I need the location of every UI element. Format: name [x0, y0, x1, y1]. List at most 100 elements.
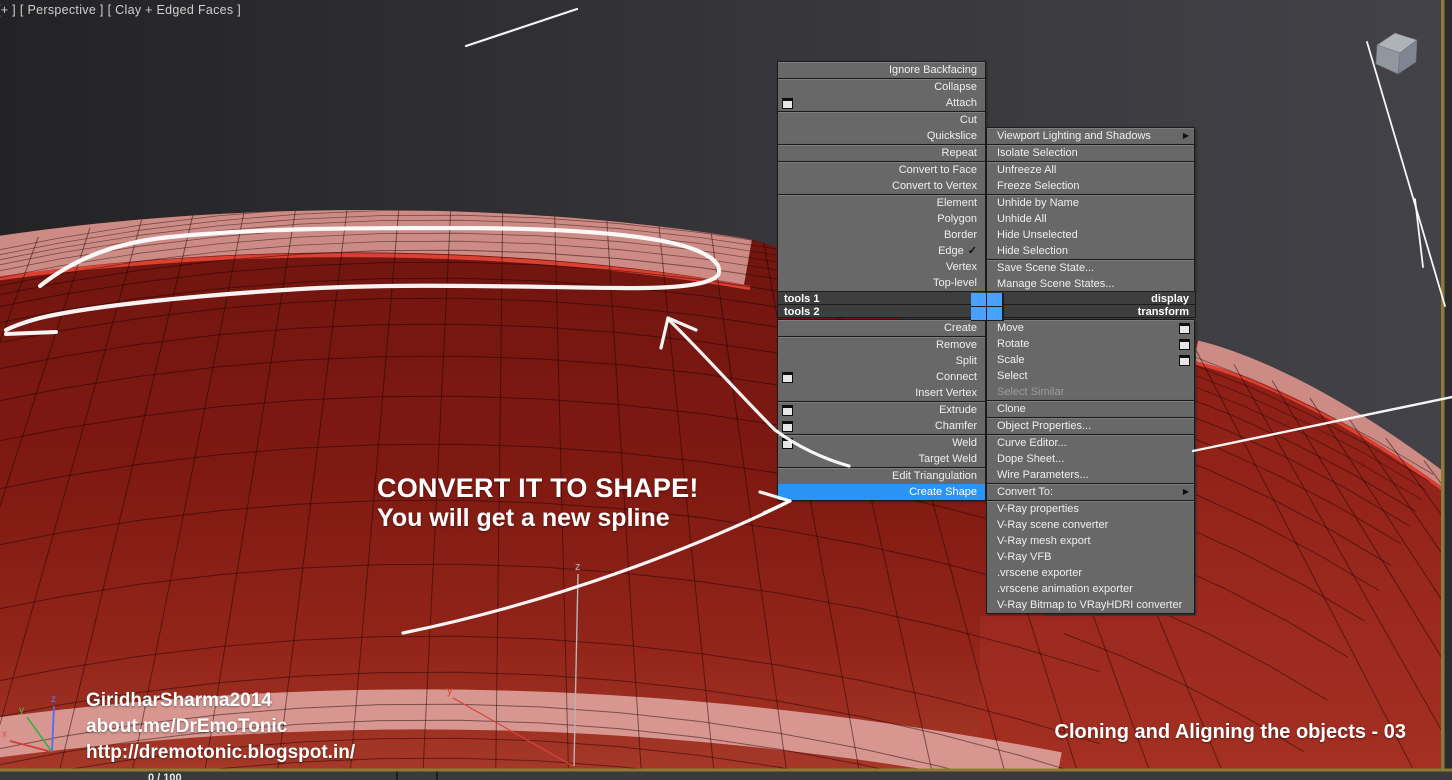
viewport-menu-general[interactable]: [+ ] [0, 3, 16, 17]
menu-item-select[interactable]: Select [987, 368, 1194, 384]
settings-box-icon[interactable] [782, 372, 793, 383]
menu-item-split[interactable]: Split [778, 353, 985, 369]
menu-item-rotate[interactable]: Rotate [987, 336, 1194, 352]
menu-item-clone[interactable]: Clone [987, 401, 1194, 417]
quad-square[interactable] [987, 293, 1002, 306]
menu-item-unhide-all[interactable]: Unhide All [987, 211, 1194, 227]
menu-item-remove[interactable]: Remove [778, 337, 985, 353]
menu-item-move[interactable]: Move [987, 320, 1194, 336]
menu-item-attach[interactable]: Attach [778, 95, 985, 111]
menu-group: Unhide by Name Unhide All Hide Unselected H… [986, 194, 1195, 260]
menu-item-save-scene-state[interactable]: Save Scene State... [987, 260, 1194, 276]
menu-item-v-ray-vfb[interactable]: V-Ray VFB [987, 549, 1194, 565]
menu-item-extrude[interactable]: Extrude [778, 402, 985, 418]
menu-item-curve-editor[interactable]: Curve Editor... [987, 435, 1194, 451]
menu-item-label: Convert to Face [898, 164, 977, 176]
menu-item-label: V-Ray Bitmap to VRayHDRI converter [997, 599, 1183, 611]
quad-header-display[interactable]: display [986, 291, 1196, 305]
quad-square[interactable] [987, 307, 1002, 320]
settings-box-icon[interactable] [1179, 355, 1190, 366]
menu-item-label: Remove [936, 339, 977, 351]
menu-item-label: Move [997, 322, 1024, 334]
menu-item-v-ray-bitmap-to-vrayhdri-converter[interactable]: V-Ray Bitmap to VRayHDRI converter [987, 597, 1194, 613]
credit-blog-url: http://dremotonic.blogspot.in/ [86, 742, 356, 763]
viewport-menu-shading[interactable]: [ Clay + Edged Faces ] [108, 3, 241, 17]
menu-group: Convert To: ▶ [986, 483, 1195, 501]
settings-box-icon[interactable] [1179, 339, 1190, 350]
menu-item-vrscene-exporter[interactable]: .vrscene exporter [987, 565, 1194, 581]
menu-item-isolate-selection[interactable]: Isolate Selection [987, 145, 1194, 161]
viewport: z y z y x 0 / 100 +] [Perspective] [… [0, 0, 1452, 780]
menu-item-label: V-Ray scene converter [997, 519, 1109, 531]
menu-item-dope-sheet[interactable]: Dope Sheet... [987, 451, 1194, 467]
menu-item-label: Attach [945, 97, 977, 109]
menu-item-chamfer[interactable]: Chamfer [778, 418, 985, 434]
settings-box-icon[interactable] [782, 98, 793, 109]
quad-square[interactable] [971, 307, 986, 320]
settings-box-icon[interactable] [782, 421, 793, 432]
settings-box-icon[interactable] [782, 405, 793, 416]
menu-item-cut[interactable]: Cut [778, 112, 985, 128]
menu-item-freeze-selection[interactable]: Freeze Selection [987, 178, 1194, 194]
menu-item-ignore-backfacing[interactable]: Ignore Backfacing [778, 62, 985, 78]
menu-item-create[interactable]: Create [778, 320, 985, 336]
menu-item-label: Connect [936, 371, 977, 383]
menu-item-viewport-lighting-and-shadows[interactable]: Viewport Lighting and Shadows ▶ [987, 128, 1194, 144]
menu-item-label: Isolate Selection [997, 147, 1078, 159]
menu-item-label: Rotate [997, 338, 1030, 350]
axis-label-y: y [447, 685, 453, 697]
submenu-arrow-icon: ▶ [1182, 131, 1189, 140]
menu-item-scale[interactable]: Scale [987, 352, 1194, 368]
menu-item-top-level[interactable]: Top-level [778, 275, 985, 291]
quad-header-tools2[interactable]: tools 2 [777, 304, 986, 318]
menu-item-vrscene-animation-exporter[interactable]: .vrscene animation exporter [987, 581, 1194, 597]
menu-item-repeat[interactable]: Repeat [778, 145, 985, 161]
menu-item-convert-to[interactable]: Convert To: ▶ [987, 484, 1194, 500]
menu-item-label: V-Ray VFB [997, 551, 1052, 563]
menu-item-edge[interactable]: Edge ✓ [778, 243, 985, 259]
menu-item-label: Polygon [937, 213, 977, 225]
timeline-bar[interactable]: 0 / 100 [0, 771, 1452, 780]
quad-square[interactable] [971, 293, 986, 306]
menu-item-label: Unhide All [997, 213, 1047, 225]
menu-item-v-ray-mesh-export[interactable]: V-Ray mesh export [987, 533, 1194, 549]
viewport-menu-pov[interactable]: [ Perspective ] [20, 3, 104, 17]
menu-item-collapse[interactable]: Collapse [778, 79, 985, 95]
menu-item-hide-unselected[interactable]: Hide Unselected [987, 227, 1194, 243]
menu-group: Isolate Selection [986, 144, 1195, 162]
time-slider-label[interactable]: 0 / 100 [148, 772, 182, 780]
menu-item-convert-to-vertex[interactable]: Convert to Vertex [778, 178, 985, 194]
menu-item-object-properties[interactable]: Object Properties... [987, 418, 1194, 434]
settings-box-icon[interactable] [782, 438, 793, 449]
menu-item-v-ray-scene-converter[interactable]: V-Ray scene converter [987, 517, 1194, 533]
menu-item-polygon[interactable]: Polygon [778, 211, 985, 227]
menu-item-unfreeze-all[interactable]: Unfreeze All [987, 162, 1194, 178]
menu-item-vertex[interactable]: Vertex [778, 259, 985, 275]
menu-item-label: Convert To: [997, 486, 1054, 498]
menu-item-weld[interactable]: Weld [778, 435, 985, 451]
menu-item-insert-vertex[interactable]: Insert Vertex [778, 385, 985, 401]
menu-item-v-ray-properties[interactable]: V-Ray properties [987, 501, 1194, 517]
quad-center-indicator[interactable] [971, 293, 1004, 321]
menu-item-convert-to-face[interactable]: Convert to Face [778, 162, 985, 178]
menu-item-edit-triangulation[interactable]: Edit Triangulation [778, 468, 985, 484]
menu-item-target-weld[interactable]: Target Weld [778, 451, 985, 467]
menu-item-create-shape[interactable]: Create Shape [778, 484, 985, 500]
viewport-scene: z y z y x 0 / 100 [0, 0, 1452, 780]
settings-box-icon[interactable] [1179, 323, 1190, 334]
viewport-label[interactable]: [+ ] [ Perspective ] [ Clay + Edged Faces … [0, 3, 245, 17]
menu-item-label: Quickslice [926, 130, 977, 142]
menu-item-select-similar[interactable]: Select Similar [987, 384, 1194, 400]
menu-group: Unfreeze All Freeze Selection [986, 161, 1195, 195]
quad-header-tools1[interactable]: tools 1 [777, 291, 986, 305]
menu-item-border[interactable]: Border [778, 227, 985, 243]
menu-item-quickslice[interactable]: Quickslice [778, 128, 985, 144]
menu-item-element[interactable]: Element [778, 195, 985, 211]
menu-item-connect[interactable]: Connect [778, 369, 985, 385]
menu-item-unhide-by-name[interactable]: Unhide by Name [987, 195, 1194, 211]
quad-header-transform[interactable]: transform [986, 304, 1196, 318]
menu-item-hide-selection[interactable]: Hide Selection [987, 243, 1194, 259]
menu-group: Weld Target Weld [777, 434, 986, 468]
menu-item-manage-scene-states[interactable]: Manage Scene States... [987, 276, 1194, 292]
menu-item-wire-parameters[interactable]: Wire Parameters... [987, 467, 1194, 483]
